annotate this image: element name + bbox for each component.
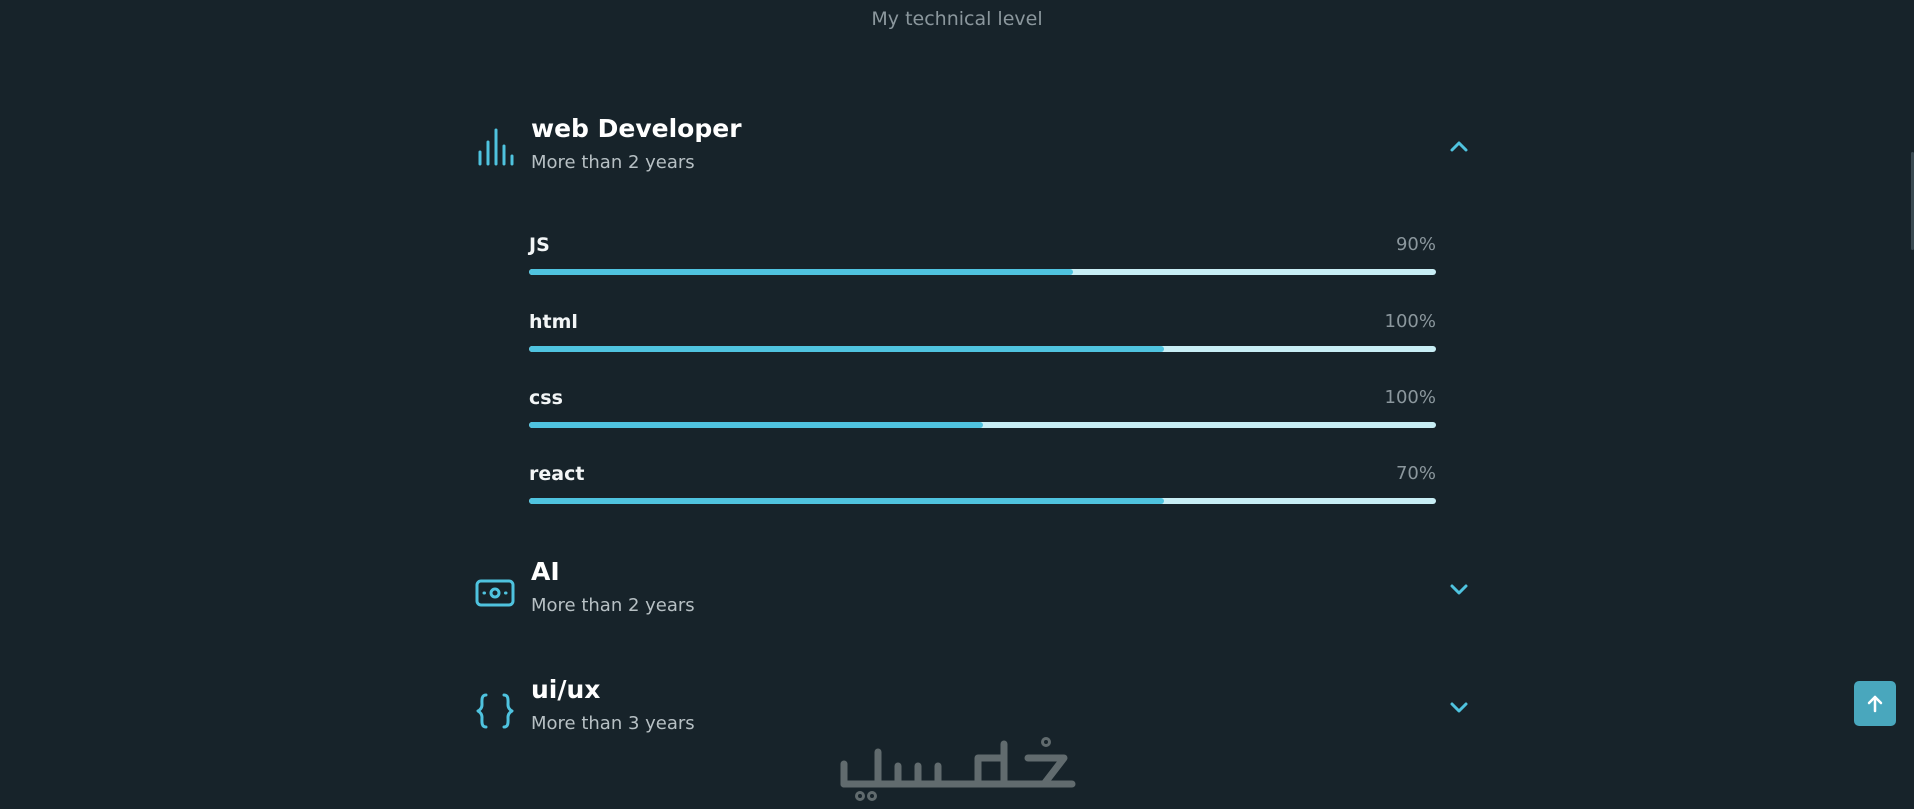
skill-percent: 100% — [1384, 311, 1436, 332]
skill-group-subtitle: More than 3 years — [531, 713, 695, 734]
skills-page: My technical level web Developer More th… — [0, 0, 1914, 809]
banknote-icon — [475, 579, 515, 607]
skill-percent: 100% — [1384, 387, 1436, 408]
skill-percent: 70% — [1395, 463, 1436, 484]
progress-track — [529, 422, 1436, 428]
progress-fill — [529, 269, 1074, 275]
chevron-down-icon[interactable] — [1443, 691, 1475, 723]
progress-fill — [529, 422, 983, 428]
progress-track — [529, 269, 1436, 275]
section-subtitle: My technical level — [871, 8, 1043, 30]
skill-name: JS — [529, 234, 550, 256]
skill-group-subtitle: More than 2 years — [531, 595, 695, 616]
skill-group-ui-ux[interactable]: ui/ux More than 3 years — [475, 675, 1475, 745]
skill-group-title: AI — [531, 557, 560, 586]
progress-track — [529, 346, 1436, 352]
skill-name: html — [529, 311, 578, 333]
progress-fill — [529, 346, 1164, 352]
progress-track — [529, 498, 1436, 504]
chevron-up-icon[interactable] — [1443, 130, 1475, 162]
skill-group-title: ui/ux — [531, 675, 601, 704]
chevron-down-icon[interactable] — [1443, 573, 1475, 605]
progress-fill — [529, 498, 1164, 504]
khamsat-logo — [840, 737, 1076, 801]
skill-bar: html 100% — [529, 311, 1436, 355]
braces-icon — [476, 693, 514, 729]
arrow-up-icon — [1867, 695, 1883, 712]
skill-bar: react 70% — [529, 463, 1436, 507]
back-to-top-button[interactable] — [1854, 681, 1896, 726]
skill-percent: 90% — [1395, 234, 1436, 255]
skill-bar: JS 90% — [529, 234, 1436, 278]
bar-chart-icon — [478, 128, 514, 166]
skill-name: css — [529, 387, 563, 409]
skill-group-ai[interactable]: AI More than 2 years — [475, 557, 1475, 627]
skill-group-title: web Developer — [531, 114, 742, 143]
skill-group-subtitle: More than 2 years — [531, 152, 695, 173]
skill-bar: css 100% — [529, 387, 1436, 431]
skill-group-web-developer[interactable]: web Developer More than 2 years — [475, 114, 1475, 184]
skill-name: react — [529, 463, 585, 485]
